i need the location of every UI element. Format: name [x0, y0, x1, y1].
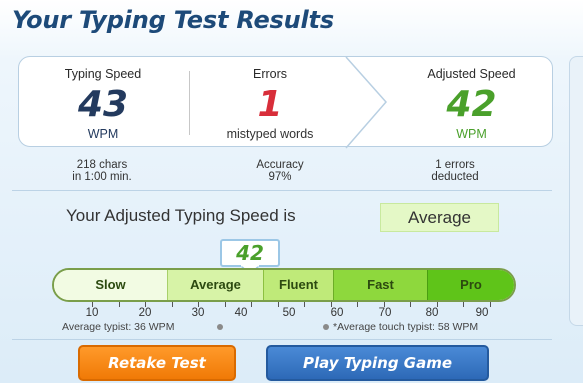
errors-unit: mistyped words	[226, 127, 314, 141]
speed-scale: Slow Average Fluent Fast Pro	[52, 268, 516, 302]
touch-typist-note: *Average touch typist: 58 WPM	[333, 321, 479, 333]
accuracy-label: Accuracy	[256, 159, 304, 171]
adjusted-speed-unit: WPM	[456, 127, 487, 141]
accuracy-value: 97%	[268, 171, 292, 183]
adjusted-speed-stat: Adjusted Speed 42 WPM	[389, 57, 554, 148]
scale-tick	[410, 302, 411, 307]
chars-stat: 218 chars in 1:00 min.	[48, 159, 156, 183]
scale-tick	[304, 302, 305, 307]
side-panel	[569, 56, 583, 326]
page-title: Your Typing Test Results	[12, 6, 334, 34]
scale-segment-fluent: Fluent	[263, 270, 333, 300]
scale-tick	[119, 302, 120, 307]
chevron-separator-icon	[345, 56, 387, 149]
scale-tick-label: 30	[191, 307, 205, 319]
chars-count: 218 chars	[76, 159, 128, 171]
typing-speed-stat: Typing Speed 43 WPM	[19, 57, 187, 148]
typing-speed-label: Typing Speed	[64, 67, 142, 81]
errors-label: Errors	[252, 67, 288, 81]
footer-divider	[12, 339, 552, 340]
scale-tick-label: 60	[330, 307, 344, 319]
typing-speed-unit: WPM	[87, 127, 119, 141]
typing-speed-value: 43	[77, 84, 129, 125]
touch-typist-marker	[323, 324, 329, 330]
chars-duration: in 1:00 min.	[72, 171, 132, 183]
scale-segment-fast: Fast	[333, 270, 427, 300]
scale-tick	[463, 302, 464, 307]
results-card: Typing Speed 43 WPM Errors 1 mistyped wo…	[18, 56, 554, 149]
accuracy-stat: Accuracy 97%	[230, 159, 330, 183]
scale-tick-label: 70	[378, 307, 392, 319]
level-badge: Average	[380, 203, 499, 232]
retake-test-button[interactable]: Retake Test	[78, 345, 236, 381]
scale-tick-label: 50	[282, 307, 296, 319]
section-divider	[12, 190, 552, 191]
scale-tick-label: 10	[85, 307, 99, 319]
scale-segment-slow: Slow	[54, 270, 167, 300]
scale-tick-label: 90	[475, 307, 489, 319]
deducted-stat: 1 errors deducted	[405, 159, 505, 183]
scale-tick	[225, 302, 226, 307]
average-typist-marker	[217, 324, 223, 330]
assessment-text: Your Adjusted Typing Speed is	[66, 206, 296, 225]
scale-segment-average: Average	[167, 270, 263, 300]
score-pointer: 42	[220, 239, 280, 267]
deducted-count: 1 errors	[435, 159, 475, 171]
adjusted-speed-value: 42	[446, 84, 497, 125]
errors-stat: Errors 1 mistyped words	[190, 57, 350, 148]
scale-segment-pro: Pro	[427, 270, 514, 300]
errors-value: 1	[257, 84, 283, 125]
play-typing-game-button[interactable]: Play Typing Game	[266, 345, 489, 381]
adjusted-speed-label: Adjusted Speed	[427, 67, 516, 81]
scale-tick	[172, 302, 173, 307]
deducted-label: deducted	[431, 171, 479, 183]
scale-tick-label: 20	[138, 307, 152, 319]
scale-tick-label: 80	[425, 307, 439, 319]
average-typist-note: Average typist: 36 WPM	[62, 321, 175, 333]
scale-tick-label: 40	[234, 307, 248, 319]
scale-tick	[357, 302, 358, 307]
